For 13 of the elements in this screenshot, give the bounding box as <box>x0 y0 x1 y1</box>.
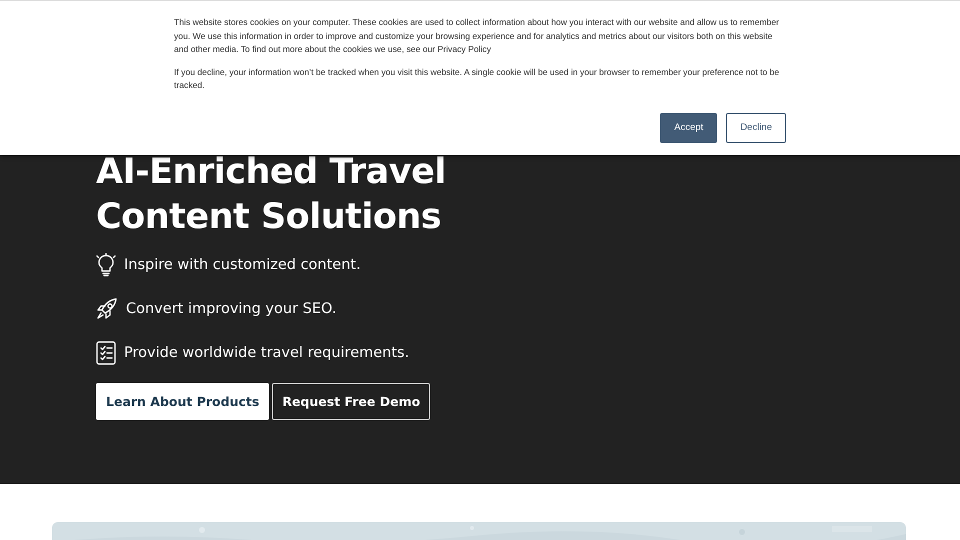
feature-text: Inspire with customized content. <box>124 256 361 272</box>
feature-text: Convert improving your SEO. <box>126 300 336 316</box>
hero-heading: AI-Enriched Travel Content Solutions <box>96 151 447 239</box>
learn-products-button[interactable]: Learn About Products <box>96 383 270 420</box>
rocket-icon <box>96 298 118 320</box>
cookie-notice-text: If you decline, your information won’t be tracked when you visit this website. A single cookie will be used in your browser to remember your preference not to be tracked. <box>174 66 780 92</box>
cookie-notice-text: This website stores cookies on your computer. These cookies are used to collect information about how you interact with our website and allow us to remember you. We use this information in order to improve and customize your browsing experience and for analytics and metrics about our visitors both on this website and other media. To find out more about the cookies we use, see our Privacy Policy <box>174 16 780 56</box>
feature-text: Provide worldwide travel requirements. <box>124 344 410 360</box>
lightbulb-icon <box>96 252 116 276</box>
request-demo-button[interactable]: Request Free Demo <box>272 383 430 420</box>
checklist-icon <box>96 340 116 364</box>
decline-button[interactable]: Decline <box>726 112 786 142</box>
accept-button[interactable]: Accept <box>660 112 718 142</box>
